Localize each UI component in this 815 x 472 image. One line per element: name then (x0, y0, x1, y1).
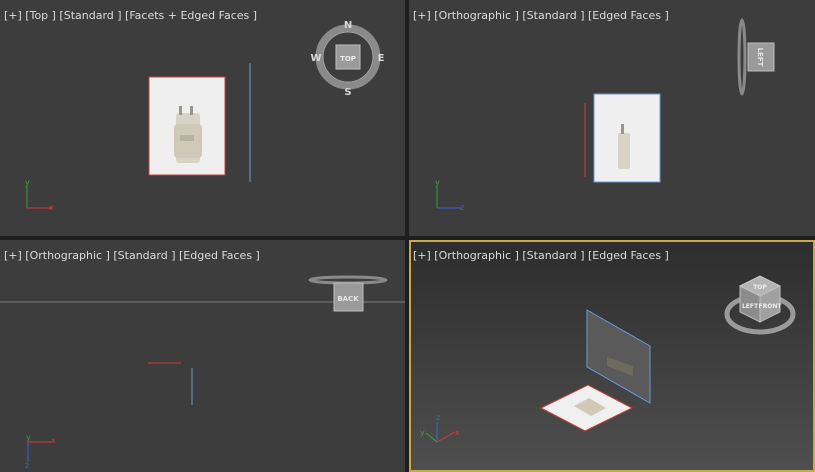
axis-z-label: z (460, 203, 464, 212)
compass-north[interactable]: N (344, 20, 352, 31)
axis-y-label: y (435, 178, 440, 187)
axis-z-label: z (436, 413, 440, 422)
image-plane-object[interactable] (593, 93, 661, 183)
image-plane-object[interactable] (148, 76, 226, 176)
viewcube-icon[interactable]: LEFT (737, 18, 775, 96)
viewport-top-canvas: TOP N S E W y x (25, 20, 385, 212)
axis-y-label: y (420, 428, 425, 437)
viewport-right-ortho[interactable]: [+] [Orthographic ] [Standard ] [Edged F… (409, 0, 815, 236)
viewcube-face-label: TOP (340, 55, 356, 63)
compass-ring-icon[interactable]: TOP N S E W (310, 20, 384, 98)
compass-west[interactable]: W (310, 53, 321, 64)
axis-tripod-icon: z y x (420, 413, 460, 443)
axis-x-label: x (51, 436, 56, 445)
axis-y-label: y (25, 178, 30, 187)
charger-image (174, 106, 202, 163)
viewcube-face-label: BACK (337, 295, 359, 303)
compass-east[interactable]: E (378, 53, 385, 64)
viewport-back-canvas: BACK y x z (0, 275, 405, 470)
axis-tripod-icon: y x (25, 178, 54, 212)
axis-x-label: x (455, 428, 460, 437)
viewport-back-ortho[interactable]: [+] [Orthographic ] [Standard ] [Edged F… (0, 240, 405, 472)
viewcube-face-label: LEFT (756, 48, 764, 67)
viewport-perspective-canvas: TOP FRONT LEFT z y x (420, 275, 796, 443)
image-plane-horizontal[interactable] (539, 384, 634, 432)
viewport-top[interactable]: [+] [Top ] [Standard ] [Facets + Edged F… (0, 0, 405, 236)
viewcube-left-label: LEFT (742, 303, 759, 310)
viewcube-icon[interactable]: TOP FRONT LEFT (724, 275, 796, 335)
axis-x-label: x (49, 203, 54, 212)
viewport-perspective-active[interactable]: [+] [Orthographic ] [Standard ] [Edged F… (409, 240, 815, 472)
axis-z-label: z (25, 461, 29, 470)
compass-south[interactable]: S (344, 87, 351, 98)
axis-tripod-icon: y z (435, 178, 464, 212)
axis-tripod-icon: y x z (25, 433, 56, 470)
viewcube-top-label: TOP (753, 284, 767, 291)
viewport-right-canvas: LEFT y z (435, 18, 775, 212)
viewcube-icon[interactable]: BACK (308, 275, 388, 312)
viewcube-front-label: FRONT (759, 303, 783, 310)
axis-y-label: y (26, 433, 31, 442)
